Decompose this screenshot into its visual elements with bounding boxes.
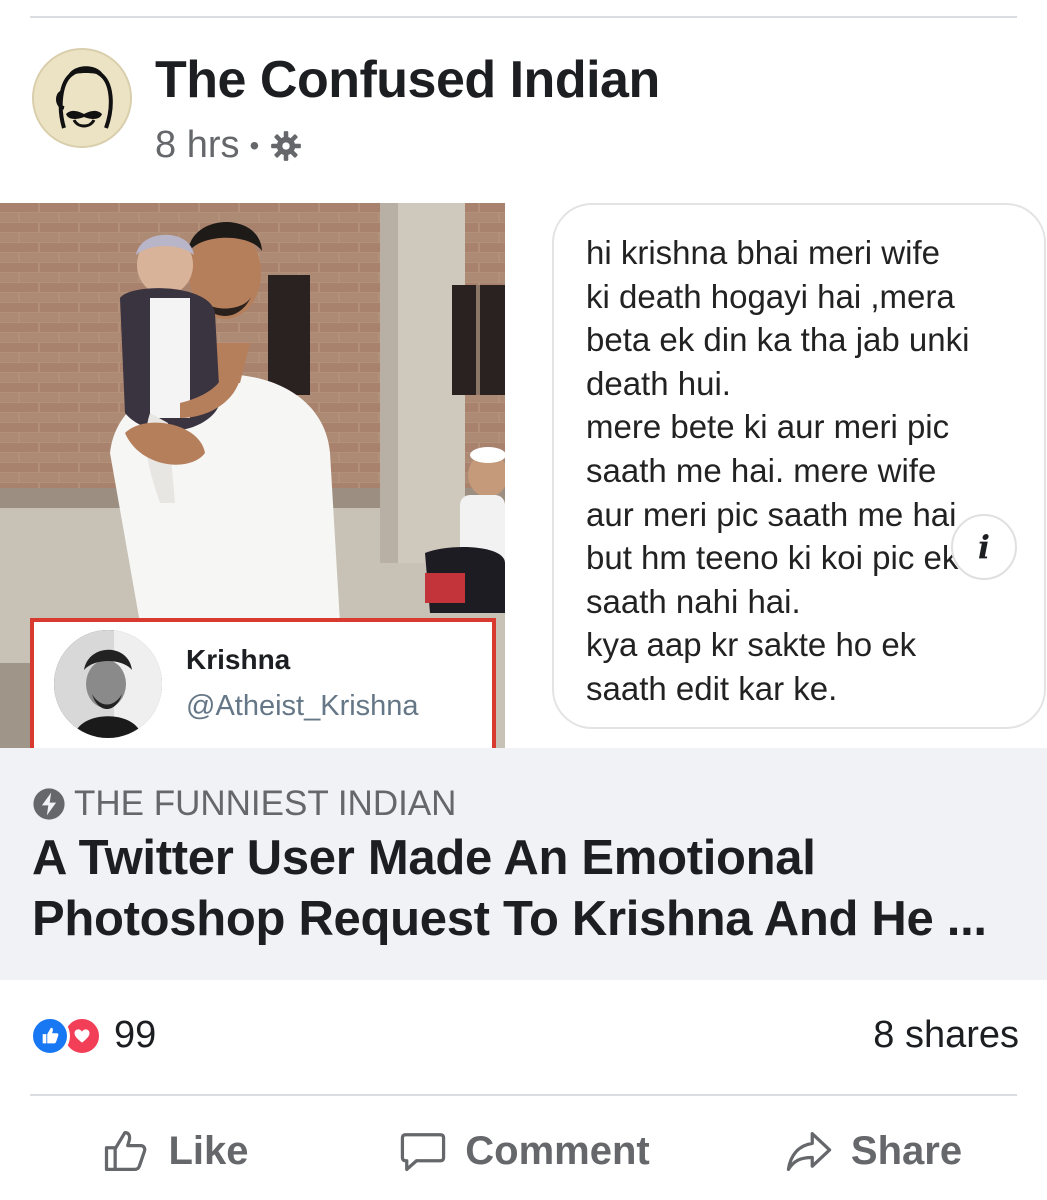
thumbs-up-icon — [42, 1027, 59, 1043]
like-reaction-icon — [30, 1015, 70, 1056]
heart-icon — [74, 1028, 90, 1043]
twitter-user-card: Krishna @Atheist_Krishna — [30, 618, 496, 748]
thumbs-up-outline-icon — [105, 1130, 147, 1172]
link-source-name: THE FUNNIEST INDIAN — [74, 784, 457, 823]
share-label: Share — [850, 1128, 963, 1173]
share-arrow-icon — [786, 1132, 832, 1172]
post-photo[interactable]: Krishna @Atheist_Krishna — [0, 203, 505, 748]
link-headline[interactable]: A Twitter User Made An Emotional Photosh… — [32, 828, 1032, 950]
link-preview[interactable]: THE FUNNIEST INDIAN A Twitter User Made … — [0, 748, 1047, 980]
like-button[interactable]: Like — [0, 1120, 349, 1182]
comment-button[interactable]: Comment — [349, 1120, 698, 1182]
confused-face-logo — [34, 50, 130, 146]
chat-message-bubble: hi krishna bhai meri wife ki death hogay… — [552, 203, 1046, 729]
instant-article-bolt-icon — [33, 788, 65, 820]
info-button[interactable]: i — [951, 514, 1017, 580]
page-avatar[interactable] — [32, 48, 132, 148]
meta-separator: • — [249, 129, 260, 161]
chat-message-text: hi krishna bhai meri wife ki death hogay… — [586, 234, 970, 707]
like-label: Like — [168, 1128, 249, 1173]
reaction-count: 99 — [114, 1014, 157, 1056]
share-button[interactable]: Share — [698, 1120, 1047, 1182]
comment-icon — [401, 1133, 446, 1172]
bottom-divider — [30, 1094, 1017, 1096]
post-time[interactable]: 8 hrs — [155, 124, 239, 167]
page-name[interactable]: The Confused Indian — [155, 50, 660, 110]
reaction-summary[interactable]: 99 — [30, 1014, 156, 1057]
twitter-name: Krishna — [186, 644, 291, 675]
avatar-illustration — [54, 630, 162, 738]
post-meta: 8 hrs • — [155, 124, 303, 167]
twitter-handle: @Atheist_Krishna — [186, 690, 419, 722]
comment-label: Comment — [465, 1128, 650, 1173]
twitter-avatar — [54, 630, 162, 738]
top-divider — [30, 16, 1017, 18]
link-source: THE FUNNIEST INDIAN — [32, 784, 456, 824]
share-count[interactable]: 8 shares — [873, 1014, 1019, 1057]
post-media[interactable]: Krishna @Atheist_Krishna hi krishna bhai… — [0, 203, 1047, 748]
gear-icon — [271, 130, 302, 161]
action-bar: Like Comment Share — [0, 1120, 1047, 1182]
